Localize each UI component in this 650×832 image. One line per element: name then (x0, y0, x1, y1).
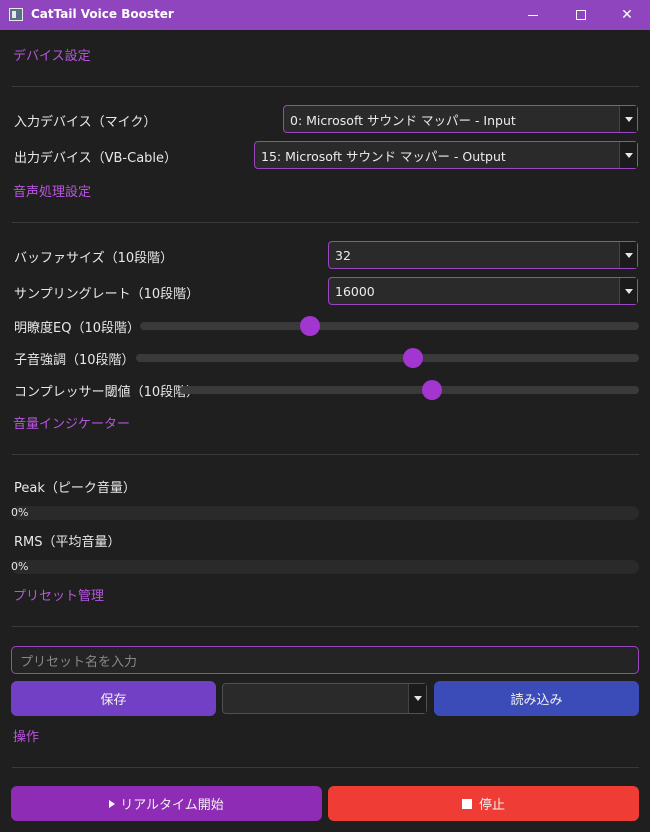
divider (12, 222, 639, 223)
sampling-rate-value: 16000 (335, 283, 375, 299)
start-realtime-button[interactable]: リアルタイム開始 (11, 786, 322, 821)
peak-meter (12, 506, 639, 520)
play-icon (109, 799, 116, 808)
rms-label: RMS（平均音量） (14, 535, 121, 550)
stop-label: 停止 (478, 798, 505, 813)
preset-name-placeholder: プリセット名を入力 (20, 654, 138, 670)
output-device-select[interactable]: 15: Microsoft サウンド マッパー - Output (254, 141, 638, 169)
divider (12, 767, 639, 768)
minimize-icon (528, 14, 538, 16)
chevron-down-icon[interactable] (619, 142, 637, 168)
buffer-size-value: 32 (335, 247, 351, 263)
section-preset-management: プリセット管理 (13, 589, 105, 604)
compressor-label: コンプレッサー閾値（10段階） (14, 385, 200, 400)
preset-name-input[interactable]: プリセット名を入力 (11, 646, 639, 674)
rms-value: 0% (11, 560, 29, 573)
consonant-thumb[interactable] (402, 348, 423, 368)
consonant-slider[interactable] (136, 348, 639, 368)
section-volume-indicator: 音量インジケーター (13, 417, 131, 432)
divider (12, 86, 639, 87)
output-device-label: 出力デバイス（VB-Cable） (14, 151, 178, 166)
minimize-button[interactable] (510, 0, 556, 30)
sampling-rate-label: サンプリングレート（10段階） (14, 287, 200, 302)
section-device-settings: デバイス設定 (13, 49, 91, 64)
app-icon (9, 8, 23, 21)
save-button[interactable]: 保存 (11, 681, 216, 716)
section-operations: 操作 (13, 730, 40, 745)
maximize-button[interactable] (558, 0, 604, 30)
start-label: リアルタイム開始 (120, 798, 224, 813)
section-audio-settings: 音声処理設定 (13, 185, 92, 200)
compressor-slider[interactable] (180, 380, 639, 400)
rms-meter (12, 560, 639, 574)
input-device-label: 入力デバイス（マイク） (14, 115, 157, 130)
stop-button[interactable]: 停止 (328, 786, 639, 821)
consonant-label: 子音強調（10段階） (14, 353, 135, 368)
clarity-eq-thumb[interactable] (299, 316, 320, 336)
divider (12, 454, 639, 455)
window-title: CatTail Voice Booster (31, 7, 174, 21)
peak-value: 0% (11, 506, 29, 519)
load-button[interactable]: 読み込み (434, 681, 639, 716)
buffer-size-select[interactable]: 32 (328, 241, 638, 269)
compressor-thumb[interactable] (422, 380, 443, 400)
chevron-down-icon[interactable] (619, 278, 637, 304)
peak-label: Peak（ピーク音量） (14, 481, 136, 496)
input-device-value: 0: Microsoft サウンド マッパー - Input (290, 112, 516, 128)
clarity-eq-slider[interactable] (140, 316, 639, 336)
clarity-eq-label: 明瞭度EQ（10段階） (14, 321, 140, 336)
sampling-rate-select[interactable]: 16000 (328, 277, 638, 305)
chevron-down-icon[interactable] (619, 106, 637, 132)
maximize-icon (576, 10, 586, 20)
stop-icon (461, 798, 472, 809)
output-device-value: 15: Microsoft サウンド マッパー - Output (261, 148, 506, 164)
preset-select[interactable] (222, 683, 427, 714)
close-icon: ✕ (621, 7, 633, 23)
title-bar: CatTail Voice Booster ✕ (0, 0, 650, 30)
divider (12, 626, 639, 627)
chevron-down-icon[interactable] (408, 684, 426, 713)
close-button[interactable]: ✕ (604, 0, 650, 30)
chevron-down-icon[interactable] (619, 242, 637, 268)
buffer-size-label: バッファサイズ（10段階） (14, 251, 174, 266)
input-device-select[interactable]: 0: Microsoft サウンド マッパー - Input (283, 105, 638, 133)
